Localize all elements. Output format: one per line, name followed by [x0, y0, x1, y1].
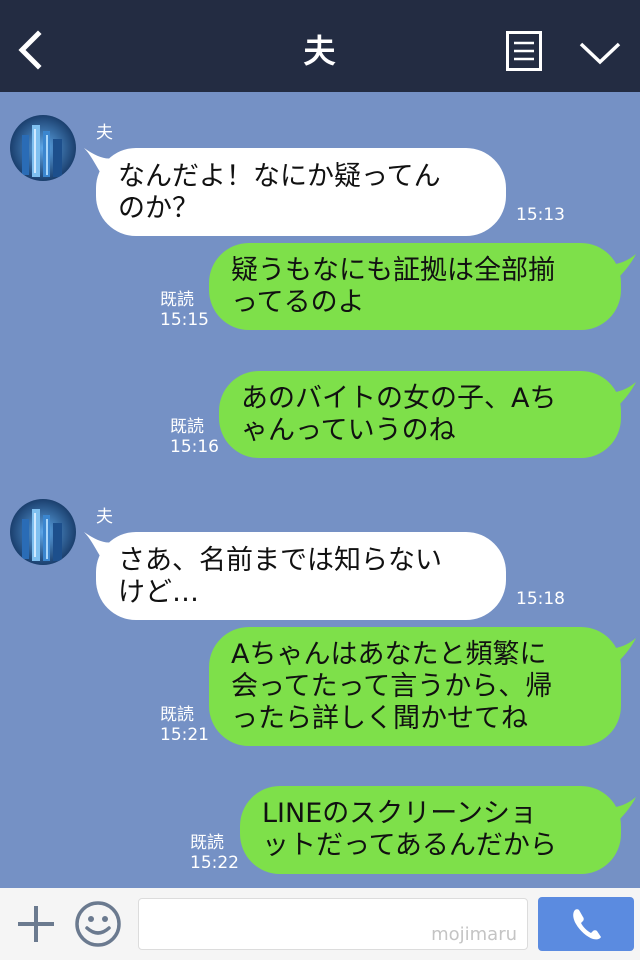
- message-line: ってるのよ: [231, 287, 365, 318]
- emoji-button[interactable]: [74, 900, 122, 948]
- message-line: けど…: [118, 577, 199, 608]
- read-status: 既読: [190, 833, 224, 853]
- phone-icon: [573, 909, 601, 940]
- collapse-button[interactable]: [578, 40, 622, 66]
- menu-button[interactable]: [506, 31, 542, 71]
- plus-icon: [18, 906, 54, 942]
- read-status: 既読: [160, 705, 194, 725]
- message-line: のか？: [118, 193, 199, 224]
- message-bubble-outgoing[interactable]: あのバイトの女の子、Aち ゃんっていうのね: [219, 371, 621, 458]
- message-time: 15:13: [516, 205, 565, 225]
- message-input[interactable]: mojimaru: [138, 898, 528, 950]
- message-meta: 既読 15:16: [170, 417, 219, 457]
- message-line: 疑うもなにも証拠は全部揃: [231, 255, 555, 286]
- message-line: 会ってたって言うから、帰: [231, 671, 553, 702]
- message-line: LINEのスクリーンショ: [262, 798, 537, 829]
- sender-name: 夫: [96, 507, 113, 527]
- document-menu-icon: [506, 31, 542, 71]
- chat-title: 夫: [303, 32, 337, 70]
- message-bubble-outgoing[interactable]: Aちゃんはあなたと頻繁に 会ってたって言うから、帰 ったら詳しく聞かせてね: [209, 627, 621, 746]
- message-time: 15:22: [190, 853, 239, 873]
- sender-name: 夫: [96, 123, 113, 143]
- message-line: あのバイトの女の子、Aち: [241, 383, 557, 414]
- message-meta: 既読 15:22: [190, 833, 239, 873]
- avatar[interactable]: [10, 115, 76, 181]
- message-line: ったら詳しく聞かせてね: [231, 703, 528, 734]
- chat-header: 夫: [0, 0, 640, 92]
- message-bubble-incoming[interactable]: さあ、名前までは知らない けど…: [96, 532, 506, 620]
- message-meta: 既読 15:15: [160, 290, 209, 330]
- message-line: さあ、名前までは知らない: [118, 545, 442, 576]
- message-time: 15:16: [170, 437, 219, 457]
- call-button[interactable]: [538, 897, 634, 951]
- add-button[interactable]: [14, 902, 58, 946]
- message-line: Aちゃんはあなたと頻繁に: [231, 639, 547, 670]
- message-bubble-outgoing[interactable]: LINEのスクリーンショ ットだってあるんだから: [240, 786, 621, 874]
- read-status: 既読: [170, 417, 204, 437]
- city-avatar-icon: [10, 115, 76, 181]
- bubble-tail: [604, 638, 636, 662]
- avatar[interactable]: [10, 499, 76, 565]
- bubble-tail: [604, 254, 636, 278]
- chat-area[interactable]: 夫 なんだよ！なにか疑ってん のか？ 15:13 既読 15:15 疑うもなにも…: [0, 92, 640, 888]
- bubble-tail: [604, 382, 636, 406]
- city-avatar-icon: [10, 499, 76, 565]
- chevron-left-icon: [18, 30, 42, 70]
- message-meta: 既読 15:21: [160, 705, 209, 745]
- read-status: 既読: [160, 290, 194, 310]
- message-line: ゃんっていうのね: [241, 415, 456, 446]
- message-time: 15:15: [160, 310, 209, 330]
- message-line: なんだよ！なにか疑ってん: [118, 161, 441, 192]
- bubble-tail: [604, 797, 636, 821]
- message-time: 15:18: [516, 589, 565, 609]
- watermark: mojimaru: [431, 924, 517, 945]
- message-line: ットだってあるんだから: [262, 830, 557, 861]
- message-bubble-outgoing[interactable]: 疑うもなにも証拠は全部揃 ってるのよ: [209, 243, 621, 330]
- message-time: 15:21: [160, 725, 209, 745]
- back-button[interactable]: [14, 30, 46, 70]
- smiley-icon: [75, 901, 121, 947]
- message-bubble-incoming[interactable]: なんだよ！なにか疑ってん のか？: [96, 148, 506, 236]
- chevron-down-icon: [579, 42, 621, 65]
